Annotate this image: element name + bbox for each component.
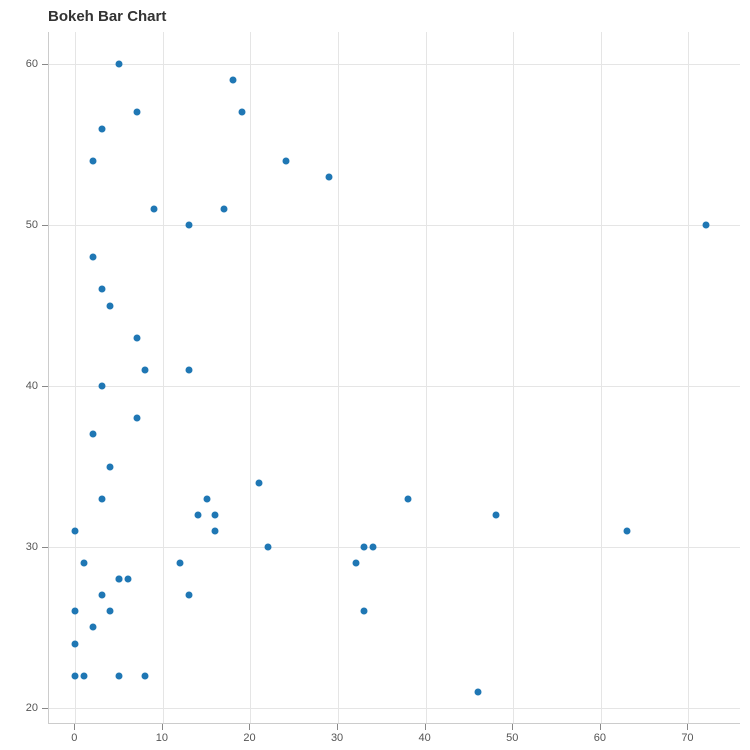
data-point [264, 543, 271, 550]
data-point [186, 366, 193, 373]
tick-x [249, 724, 250, 730]
y-tick-label: 20 [26, 702, 38, 714]
data-point [405, 495, 412, 502]
data-point [702, 222, 709, 229]
data-point [221, 206, 228, 213]
data-point [98, 383, 105, 390]
gridline-h [49, 708, 740, 709]
data-point [194, 511, 201, 518]
data-point [352, 560, 359, 567]
x-tick-label: 60 [594, 732, 606, 744]
data-point [89, 624, 96, 631]
tick-x [162, 724, 163, 730]
data-point [133, 109, 140, 116]
data-point [624, 527, 631, 534]
data-point [107, 608, 114, 615]
gridline-h [49, 386, 740, 387]
tick-x [687, 724, 688, 730]
plot-area [48, 32, 740, 724]
gridline-v [163, 32, 164, 723]
data-point [98, 125, 105, 132]
data-point [89, 431, 96, 438]
tick-x [74, 724, 75, 730]
data-point [107, 463, 114, 470]
y-tick-label: 40 [26, 380, 38, 392]
data-point [81, 672, 88, 679]
tick-y [42, 386, 48, 387]
data-point [282, 157, 289, 164]
x-axis: 0 10 20 30 40 50 60 70 [48, 724, 740, 744]
tick-x [425, 724, 426, 730]
tick-x [600, 724, 601, 730]
x-tick-label: 50 [506, 732, 518, 744]
data-point [475, 688, 482, 695]
data-point [89, 157, 96, 164]
data-point [229, 77, 236, 84]
tick-y [42, 225, 48, 226]
data-point [72, 527, 79, 534]
data-point [256, 479, 263, 486]
data-point [186, 222, 193, 229]
data-point [142, 366, 149, 373]
data-point [133, 334, 140, 341]
data-point [238, 109, 245, 116]
y-tick-label: 30 [26, 541, 38, 553]
tick-y [42, 64, 48, 65]
data-point [116, 576, 123, 583]
tick-x [512, 724, 513, 730]
data-point [116, 672, 123, 679]
data-point [492, 511, 499, 518]
x-tick-label: 10 [156, 732, 168, 744]
data-point [107, 302, 114, 309]
tick-x [337, 724, 338, 730]
data-point [89, 254, 96, 261]
gridline-v [601, 32, 602, 723]
data-point [326, 173, 333, 180]
data-point [370, 543, 377, 550]
y-axis: 20 30 40 50 60 [0, 32, 48, 724]
x-tick-label: 40 [419, 732, 431, 744]
data-point [151, 206, 158, 213]
data-point [177, 560, 184, 567]
gridline-v [338, 32, 339, 723]
data-point [361, 543, 368, 550]
gridline-v [250, 32, 251, 723]
data-point [203, 495, 210, 502]
y-tick-label: 60 [26, 58, 38, 70]
gridline-v [513, 32, 514, 723]
data-point [81, 560, 88, 567]
data-point [98, 495, 105, 502]
chart-title: Bokeh Bar Chart [48, 8, 166, 25]
gridline-v [75, 32, 76, 723]
data-point [72, 640, 79, 647]
gridline-v [688, 32, 689, 723]
gridline-h [49, 225, 740, 226]
data-point [124, 576, 131, 583]
gridline-h [49, 547, 740, 548]
data-point [142, 672, 149, 679]
y-tick-label: 50 [26, 219, 38, 231]
data-point [72, 608, 79, 615]
x-tick-label: 20 [243, 732, 255, 744]
gridline-v [426, 32, 427, 723]
data-point [116, 61, 123, 68]
data-point [361, 608, 368, 615]
x-tick-label: 70 [681, 732, 693, 744]
data-point [72, 672, 79, 679]
data-point [98, 286, 105, 293]
x-tick-label: 0 [71, 732, 77, 744]
data-point [186, 592, 193, 599]
data-point [212, 511, 219, 518]
data-point [98, 592, 105, 599]
tick-y [42, 547, 48, 548]
x-tick-label: 30 [331, 732, 343, 744]
gridline-h [49, 64, 740, 65]
tick-y [42, 708, 48, 709]
data-point [212, 527, 219, 534]
data-point [133, 415, 140, 422]
